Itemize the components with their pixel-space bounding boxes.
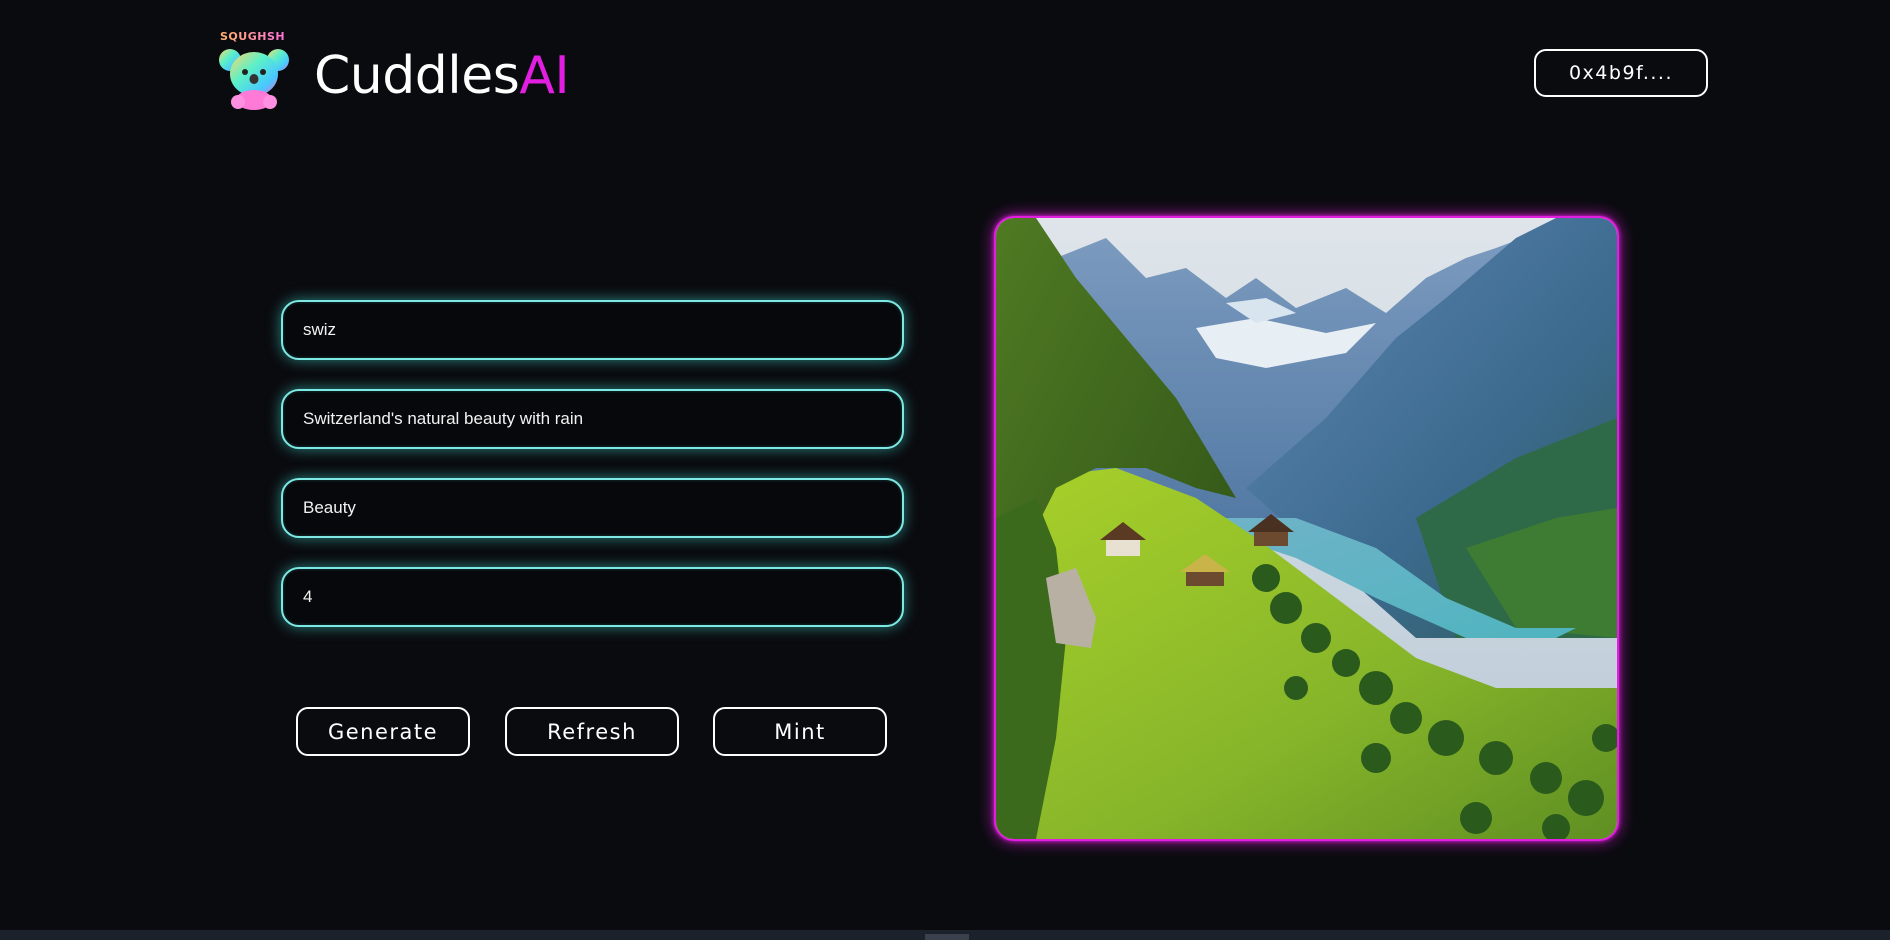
logo-lettering: SQUGHSH	[220, 30, 285, 43]
keyword-input[interactable]	[303, 498, 902, 518]
scroll-thumb[interactable]	[925, 934, 969, 940]
generated-image	[996, 218, 1617, 839]
brand-accent: AI	[519, 46, 570, 106]
keyword-field[interactable]	[281, 478, 904, 538]
koala-logo: SQUGHSH	[218, 28, 292, 112]
generate-button[interactable]: Generate	[296, 707, 470, 756]
brand-title: CuddlesAI	[314, 46, 570, 106]
mint-button[interactable]: Mint	[713, 707, 887, 756]
brand-main: Cuddles	[314, 46, 520, 106]
generated-image-frame	[994, 216, 1619, 841]
description-input[interactable]	[303, 409, 902, 429]
wallet-address-button[interactable]: 0x4b9f....	[1534, 49, 1708, 97]
refresh-button[interactable]: Refresh	[505, 707, 679, 756]
quantity-field[interactable]	[281, 567, 904, 627]
quantity-input[interactable]	[303, 587, 902, 607]
description-field[interactable]	[281, 389, 904, 449]
bottom-scroll-bar[interactable]	[0, 930, 1890, 940]
page: SQUGHSH CuddlesAI 0x4b9f.... Generate Re…	[0, 0, 1890, 940]
name-field[interactable]	[281, 300, 904, 360]
name-input[interactable]	[303, 320, 902, 340]
